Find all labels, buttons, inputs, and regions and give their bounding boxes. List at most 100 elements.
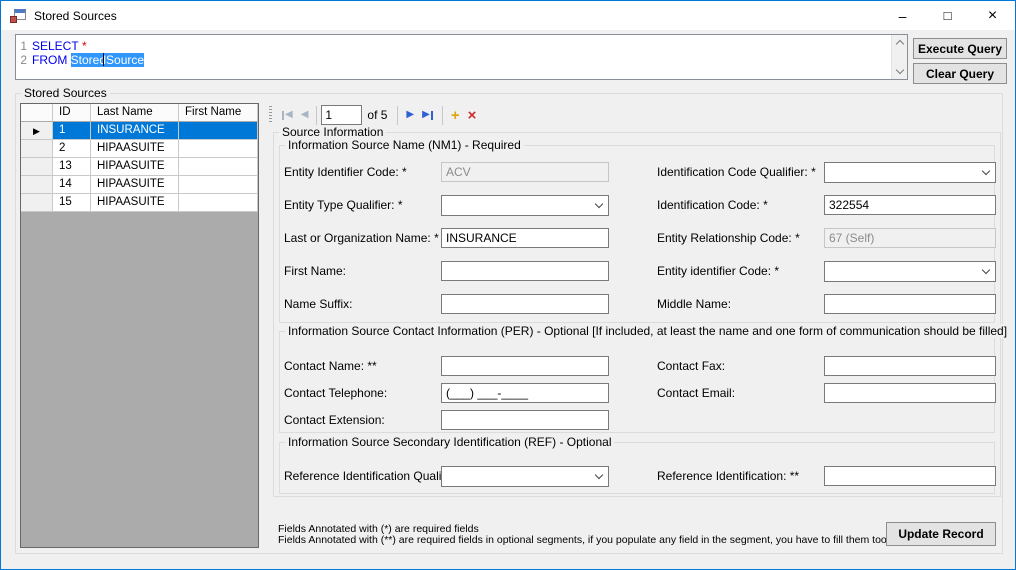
cell-id[interactable]: 15 bbox=[53, 194, 91, 212]
toolbar-grip[interactable] bbox=[269, 106, 272, 124]
contact-name-field[interactable] bbox=[441, 356, 609, 376]
contact-telephone-field[interactable] bbox=[441, 383, 609, 403]
cell-last-name[interactable]: HIPAASUITE bbox=[91, 194, 179, 212]
contact-name-label: Contact Name: ** bbox=[284, 359, 377, 373]
sql-query-editor[interactable]: 1 SELECT * 2 FROM StoredSource bbox=[15, 34, 908, 80]
entity-type-qualifier-label: Entity Type Qualifier: * bbox=[284, 198, 403, 212]
cell-first-name[interactable] bbox=[179, 122, 258, 140]
cell-last-name[interactable]: INSURANCE bbox=[91, 122, 179, 140]
row-header-cell[interactable] bbox=[21, 176, 53, 194]
delete-button[interactable]: × bbox=[465, 105, 480, 125]
move-previous-button: ◀ bbox=[298, 105, 312, 125]
entity-identifier-code-field bbox=[441, 162, 609, 182]
row-header-cell[interactable]: ▶ bbox=[21, 122, 53, 140]
per-groupbox: Information Source Contact Information (… bbox=[279, 324, 1011, 433]
contact-telephone-label: Contact Telephone: bbox=[284, 386, 388, 400]
contact-extension-field[interactable] bbox=[441, 410, 609, 430]
row-header-cell[interactable] bbox=[21, 158, 53, 176]
last-or-organization-name-label: Last or Organization Name: * bbox=[284, 231, 439, 245]
position-input[interactable] bbox=[321, 105, 363, 125]
row-header-cell[interactable] bbox=[21, 194, 53, 212]
current-row-icon: ▶ bbox=[33, 126, 40, 136]
editor-scrollbar[interactable] bbox=[891, 35, 907, 79]
titlebar: Stored Sources – □ × bbox=[1, 1, 1015, 30]
line-number: 1 bbox=[20, 39, 27, 53]
clear-query-button[interactable]: Clear Query bbox=[913, 63, 1007, 84]
grid-corner-cell bbox=[21, 104, 53, 122]
table-row[interactable]: ▶ 1 INSURANCE bbox=[21, 122, 258, 140]
contact-email-field[interactable] bbox=[824, 383, 996, 403]
cell-last-name[interactable]: HIPAASUITE bbox=[91, 140, 179, 158]
last-or-organization-name-field[interactable] bbox=[441, 228, 609, 248]
nm1-group-title: Information Source Name (NM1) - Required bbox=[285, 138, 524, 152]
previous-record-icon: ◀ bbox=[300, 109, 309, 120]
contact-extension-label: Contact Extension: bbox=[284, 413, 385, 427]
identification-code-label: Identification Code: * bbox=[657, 198, 768, 212]
middle-name-label: Middle Name: bbox=[657, 297, 732, 311]
cell-first-name[interactable] bbox=[179, 176, 258, 194]
close-icon[interactable]: × bbox=[970, 1, 1015, 30]
cell-id[interactable]: 1 bbox=[53, 122, 91, 140]
source-information-title: Source Information bbox=[279, 125, 387, 139]
sql-keyword: SELECT bbox=[32, 39, 79, 53]
cell-first-name[interactable] bbox=[179, 194, 258, 212]
cell-first-name[interactable] bbox=[179, 140, 258, 158]
text-caret bbox=[103, 53, 105, 66]
last-record-icon: ▶ bbox=[422, 109, 430, 120]
entity-identifier-code-label: Entity Identifier Code: * bbox=[284, 165, 407, 179]
update-record-button[interactable]: Update Record bbox=[886, 522, 996, 546]
minimize-icon[interactable]: – bbox=[880, 1, 925, 30]
add-icon: + bbox=[450, 106, 460, 124]
name-suffix-label: Name Suffix: bbox=[284, 297, 353, 311]
table-row[interactable]: 15 HIPAASUITE bbox=[21, 194, 258, 212]
row-header-cell[interactable] bbox=[21, 140, 53, 158]
entity-type-qualifier-select[interactable] bbox=[441, 195, 609, 216]
column-header-id[interactable]: ID bbox=[53, 104, 91, 122]
contact-fax-field[interactable] bbox=[824, 356, 996, 376]
entity-identifier-code-2-select[interactable] bbox=[824, 261, 996, 282]
record-count-label: of 5 bbox=[367, 108, 388, 122]
ref-group-title: Information Source Secondary Identificat… bbox=[285, 435, 615, 449]
cell-id[interactable]: 13 bbox=[53, 158, 91, 176]
contact-email-label: Contact Email: bbox=[657, 386, 736, 400]
identification-code-field[interactable] bbox=[824, 195, 996, 215]
grid-header-row: ID Last Name First Name bbox=[21, 104, 258, 122]
move-next-button[interactable]: ▶ bbox=[403, 105, 417, 125]
identification-code-qualifier-label: Identification Code Qualifier: * bbox=[657, 165, 816, 179]
scroll-up-icon[interactable] bbox=[895, 39, 905, 49]
reference-identification-qualifier-select[interactable] bbox=[441, 466, 609, 487]
identification-code-qualifier-select[interactable] bbox=[824, 162, 996, 183]
table-row[interactable]: 13 HIPAASUITE bbox=[21, 158, 258, 176]
execute-query-button[interactable]: Execute Query bbox=[913, 38, 1007, 59]
column-header-first-name[interactable]: First Name bbox=[179, 104, 258, 122]
name-suffix-field[interactable] bbox=[441, 294, 609, 314]
line-number: 2 bbox=[20, 53, 27, 67]
cell-id[interactable]: 2 bbox=[53, 140, 91, 158]
scroll-down-icon[interactable] bbox=[895, 65, 905, 75]
entity-relationship-code-label: Entity Relationship Code: * bbox=[657, 231, 800, 245]
cell-first-name[interactable] bbox=[179, 158, 258, 176]
table-row[interactable]: 2 HIPAASUITE bbox=[21, 140, 258, 158]
entity-relationship-code-field bbox=[824, 228, 996, 248]
column-header-last-name[interactable]: Last Name bbox=[91, 104, 179, 122]
toolbar-separator bbox=[316, 105, 318, 125]
cell-id[interactable]: 14 bbox=[53, 176, 91, 194]
contact-fax-label: Contact Fax: bbox=[657, 359, 726, 373]
stored-sources-window: Stored Sources – □ × 1 SELECT * 2 FROM S… bbox=[0, 0, 1016, 570]
first-name-label: First Name: bbox=[284, 264, 347, 278]
sql-star: * bbox=[82, 39, 87, 53]
entity-identifier-code-2-label: Entity identifier Code: * bbox=[657, 264, 780, 278]
window-title: Stored Sources bbox=[34, 9, 117, 23]
add-new-button[interactable]: + bbox=[448, 105, 463, 125]
cell-last-name[interactable]: HIPAASUITE bbox=[91, 176, 179, 194]
first-name-field[interactable] bbox=[441, 261, 609, 281]
optional-segment-note: Fields Annotated with (**) are required … bbox=[278, 534, 890, 546]
move-last-button[interactable]: ▶ bbox=[419, 105, 437, 125]
middle-name-field[interactable] bbox=[824, 294, 996, 314]
reference-identification-field[interactable] bbox=[824, 466, 996, 486]
cell-last-name[interactable]: HIPAASUITE bbox=[91, 158, 179, 176]
sources-data-grid[interactable]: ID Last Name First Name ▶ 1 INSURANCE 2 … bbox=[20, 103, 259, 548]
maximize-icon[interactable]: □ bbox=[925, 1, 970, 30]
table-row[interactable]: 14 HIPAASUITE bbox=[21, 176, 258, 194]
sql-keyword: FROM bbox=[32, 53, 68, 67]
